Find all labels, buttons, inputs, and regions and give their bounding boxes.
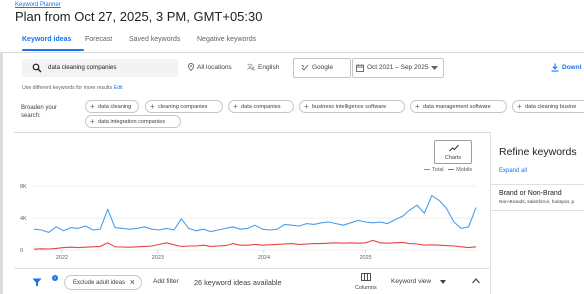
- page-title: Plan from Oct 27, 2025, 3 PM, GMT+05:30: [15, 9, 263, 24]
- plus-icon: +: [517, 102, 522, 111]
- columns-icon[interactable]: [361, 273, 371, 281]
- refine-keywords-panel: Refine keywords Expand all Brand or Non-…: [490, 132, 584, 294]
- legend-mobile: Mobile: [456, 167, 473, 173]
- date-range-label: Oct 2021 – Sep 2025: [367, 64, 429, 71]
- broaden-chip[interactable]: + data companies: [228, 100, 294, 113]
- plus-icon: +: [304, 102, 309, 111]
- broaden-chip[interactable]: + data cleaning: [85, 100, 139, 113]
- active-tab-indicator: [22, 49, 84, 51]
- chip-label: data management software: [423, 104, 491, 110]
- search-row: data cleaning companies All locations 文 …: [0, 53, 584, 83]
- broaden-chip[interactable]: + data cleaning busine: [512, 100, 584, 113]
- charts-button-label: Charts: [444, 155, 462, 161]
- search-query: data cleaning companies: [48, 64, 117, 71]
- y-tick-label: 0: [20, 248, 23, 254]
- left-gutter: [0, 53, 3, 294]
- tab-keyword-ideas[interactable]: Keyword ideas: [22, 36, 71, 43]
- refine-keywords-title: Refine keywords: [499, 146, 577, 158]
- broaden-chip[interactable]: + business intelligence software: [299, 100, 405, 113]
- brand-filter-heading[interactable]: Brand or Non-Brand: [499, 190, 562, 197]
- broaden-chip[interactable]: + data management software: [410, 100, 507, 113]
- chevron-up-icon[interactable]: [472, 278, 480, 284]
- legend-swatch-mobile: [448, 168, 455, 171]
- add-filter-button[interactable]: Add filter: [153, 278, 179, 285]
- search-input[interactable]: data cleaning companies: [22, 59, 178, 77]
- edit-keywords-link[interactable]: Edit: [114, 85, 123, 91]
- language-label: English: [258, 64, 280, 71]
- y-tick-label: 4K: [20, 216, 27, 222]
- keyword-view-selector[interactable]: Keyword view: [391, 278, 431, 285]
- search-volume-chart: 8K 4K 0 2022 2023 2024 2025: [20, 184, 477, 261]
- expand-all-button[interactable]: Expand all: [499, 168, 527, 174]
- exclude-chip-label: Exclude adult ideas: [73, 280, 126, 286]
- svg-text:A: A: [252, 67, 256, 72]
- tab-bar: Keyword ideas Forecast Saved keywords Ne…: [14, 30, 584, 52]
- plus-icon: +: [90, 102, 95, 111]
- filter-count-badge: 1: [52, 275, 58, 281]
- x-tick-label: 2022: [56, 255, 68, 261]
- broaden-chip[interactable]: + cleaning companies: [145, 100, 223, 113]
- chip-label: data integration companies: [98, 119, 166, 125]
- location-filter[interactable]: All locations: [186, 59, 238, 77]
- top-bar: Keyword Planner Plan from Oct 27, 2025, …: [0, 0, 584, 30]
- location-label: All locations: [197, 64, 232, 71]
- download-label: Downl: [562, 64, 582, 71]
- network-filter[interactable]: Google: [293, 58, 351, 78]
- chip-label: data cleaning busine: [525, 104, 577, 110]
- legend-total: Total: [432, 167, 444, 173]
- chip-label: data cleaning: [98, 104, 132, 110]
- tab-negative-keywords[interactable]: Negative keywords: [197, 36, 256, 43]
- translate-icon: 文 A: [247, 63, 256, 71]
- chevron-down-icon: [431, 66, 438, 70]
- x-tick-label: 2025: [360, 255, 372, 261]
- chart-legend: Total Mobile: [424, 167, 472, 173]
- chip-label: business intelligence software: [312, 104, 387, 110]
- plus-icon: +: [233, 102, 238, 111]
- keyword-hint: Use different keywords for more results …: [22, 85, 123, 91]
- location-pin-icon: [188, 63, 194, 71]
- chevron-down-icon: [440, 280, 446, 284]
- network-label: Google: [312, 64, 333, 71]
- search-icon: [32, 63, 42, 73]
- x-tick-label: 2023: [152, 255, 164, 261]
- bottom-toolbar: 1 Exclude adult ideas × Add filter 26 ke…: [14, 268, 490, 294]
- breadcrumb-keyword-planner[interactable]: Keyword Planner: [15, 2, 61, 8]
- series-line-total: [33, 195, 477, 233]
- plus-icon: +: [150, 102, 155, 111]
- tab-forecast[interactable]: Forecast: [85, 36, 112, 43]
- download-button[interactable]: Downl: [549, 59, 584, 77]
- x-tick-label: 2024: [258, 255, 270, 261]
- close-icon[interactable]: ×: [130, 277, 135, 287]
- filter-icon[interactable]: [32, 278, 42, 287]
- brand-filter-values: Non-Brands, salesforce, hubspot, p: [499, 200, 575, 205]
- calendar-icon: [356, 64, 364, 72]
- columns-label[interactable]: Columns: [355, 285, 377, 291]
- date-range-filter[interactable]: Oct 2021 – Sep 2025: [352, 58, 444, 78]
- plus-icon: +: [415, 102, 420, 111]
- keyword-count: 26 keyword ideas available: [194, 278, 282, 287]
- plus-icon: +: [90, 117, 95, 126]
- hint-text: Use different keywords for more results: [22, 85, 113, 91]
- chip-label: cleaning companies: [158, 104, 208, 110]
- series-line-mobile: [33, 239, 477, 250]
- panel-divider: [491, 184, 584, 185]
- broaden-search-label: Broaden your search:: [21, 105, 58, 119]
- language-filter[interactable]: 文 A English: [246, 59, 286, 77]
- chip-label: data companies: [241, 104, 281, 110]
- tab-saved-keywords[interactable]: Saved keywords: [129, 36, 180, 43]
- panel-divider: [491, 210, 584, 211]
- broaden-chip[interactable]: + data integration companies: [85, 115, 181, 128]
- download-icon: [551, 63, 559, 72]
- y-tick-label: 8K: [20, 184, 27, 190]
- trend-icon: [449, 144, 459, 152]
- charts-button[interactable]: Charts: [434, 140, 472, 164]
- legend-swatch-total: [424, 168, 430, 171]
- network-icon: [301, 64, 309, 71]
- exclude-adult-ideas-chip[interactable]: Exclude adult ideas ×: [64, 275, 142, 290]
